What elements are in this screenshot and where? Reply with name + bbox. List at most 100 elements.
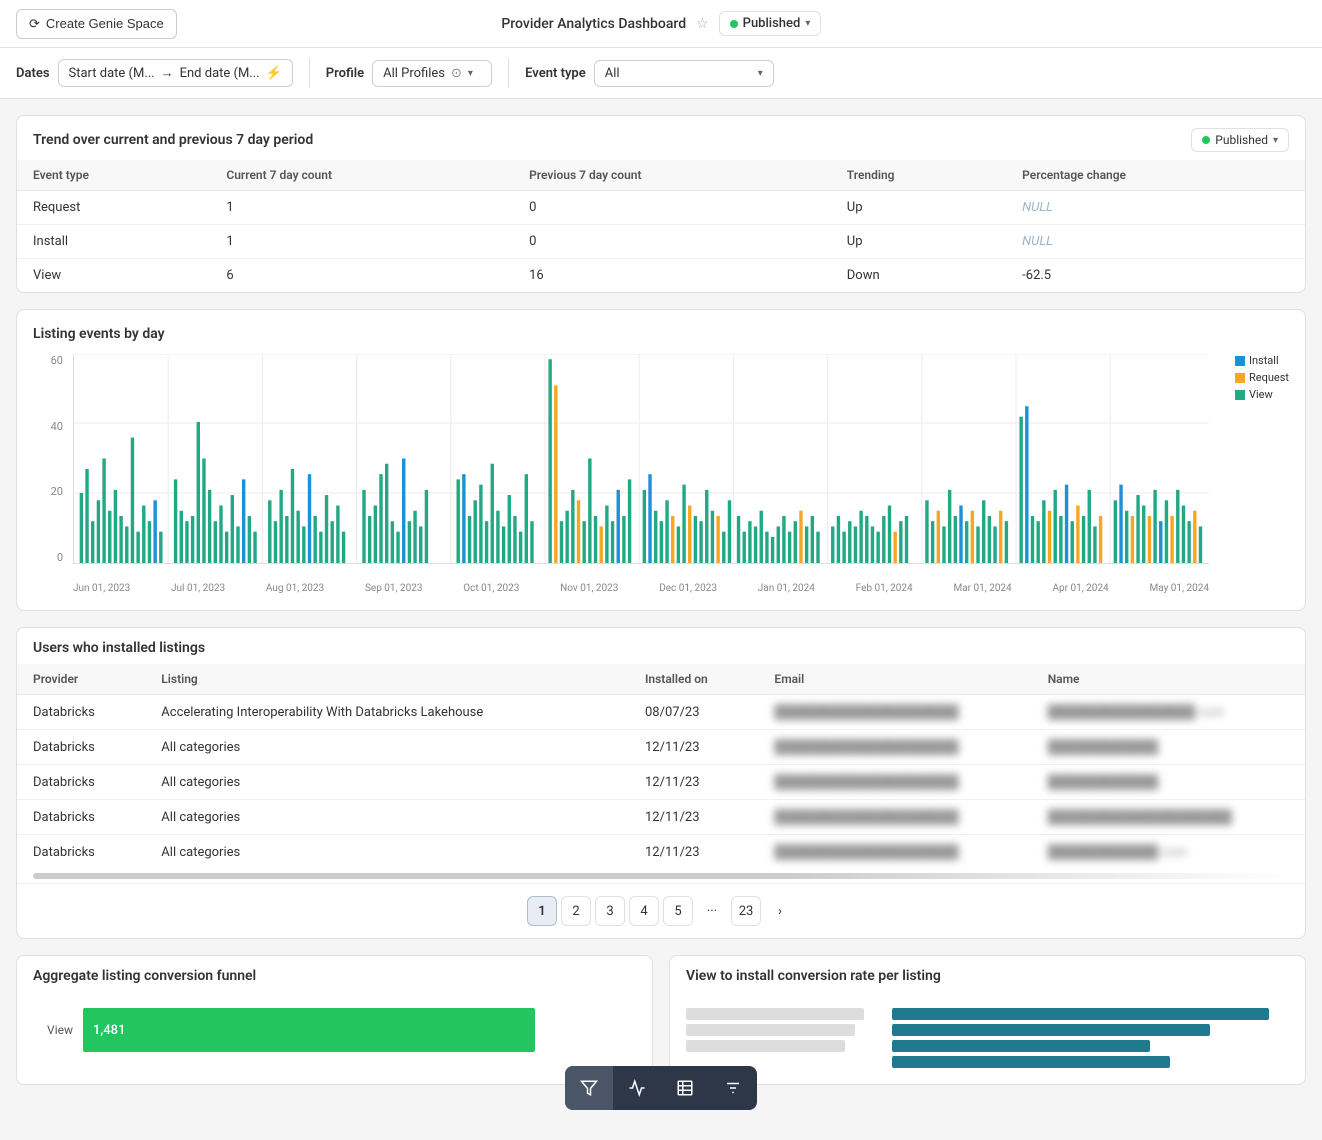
page-2-btn[interactable]: 2 <box>561 896 591 926</box>
y-label-20: 20 <box>51 485 63 498</box>
installed-on-cell: 08/07/23 <box>629 695 758 730</box>
profile-chevron-icon: ▾ <box>468 68 473 79</box>
table-row: Request 1 0 Up NULL <box>17 191 1305 225</box>
y-label-40: 40 <box>51 420 63 433</box>
email-cell: ████████████████████ <box>758 695 1031 730</box>
table-toolbar-btn[interactable] <box>661 1066 709 1110</box>
table-row: Databricks All categories 12/11/23 █████… <box>17 800 1305 835</box>
previous-count-cell: 16 <box>513 259 831 293</box>
legend-view-color <box>1235 390 1245 400</box>
profile-label: Profile <box>326 66 364 81</box>
previous-count-cell: 0 <box>513 225 831 259</box>
filter-alt-toolbar-btn[interactable] <box>709 1066 757 1110</box>
installed-on-cell: 12/11/23 <box>629 800 758 835</box>
create-genie-btn[interactable]: ⟳ Create Genie Space <box>16 9 177 39</box>
chart-legend: Install Request View <box>1235 354 1289 401</box>
legend-install-label: Install <box>1249 354 1279 367</box>
users-table: Provider Listing Installed on Email Name… <box>17 664 1305 869</box>
table-row: Install 1 0 Up NULL <box>17 225 1305 259</box>
current-count-cell: 1 <box>210 225 513 259</box>
page-23-btn[interactable]: 23 <box>731 896 761 926</box>
page-4-btn[interactable]: 4 <box>629 896 659 926</box>
pagination: 1 2 3 4 5 ··· 23 › <box>17 883 1305 938</box>
scroll-hint <box>33 873 1289 879</box>
lightning-icon: ⚡ <box>266 66 282 81</box>
listing-cell: All categories <box>145 730 629 765</box>
installed-on-cell: 12/11/23 <box>629 730 758 765</box>
page-1-btn[interactable]: 1 <box>527 896 557 926</box>
col-previous-count: Previous 7 day count <box>513 160 831 191</box>
conversion-header: View to install conversion rate per list… <box>670 956 1305 992</box>
event-type-cell: Install <box>17 225 210 259</box>
page-5-btn[interactable]: 5 <box>663 896 693 926</box>
conversion-title: View to install conversion rate per list… <box>686 968 941 984</box>
trend-published-label: Published <box>1215 133 1268 147</box>
y-label-60: 60 <box>51 354 63 367</box>
trend-table-header: Event type Current 7 day count Previous … <box>17 160 1305 191</box>
dates-filter: Dates Start date (M... → End date (M... … <box>16 59 293 87</box>
name-cell: ████████████████ com <box>1032 695 1305 730</box>
funnel-view-bar: 1,481 <box>83 1008 535 1052</box>
filter-toolbar-btn[interactable] <box>565 1066 613 1110</box>
funnel-view-label: View <box>33 1023 73 1037</box>
event-type-cell: Request <box>17 191 210 225</box>
date-range-picker[interactable]: Start date (M... → End date (M... ⚡ <box>58 59 293 87</box>
page-ellipsis: ··· <box>697 896 727 926</box>
chart-x-labels: Jun 01, 2023 Jul 01, 2023 Aug 01, 2023 S… <box>73 583 1209 594</box>
chart-title: Listing events by day <box>33 326 1289 342</box>
col-event-type: Event type <box>17 160 210 191</box>
profile-filter: Profile All Profiles ⊙ ▾ <box>326 60 492 87</box>
listing-cell: All categories <box>145 800 629 835</box>
trend-card-header: Trend over current and previous 7 day pe… <box>17 116 1305 160</box>
page-3-btn[interactable]: 3 <box>595 896 625 926</box>
chart-inner <box>73 354 1209 564</box>
users-table-wrap: Provider Listing Installed on Email Name… <box>17 664 1305 869</box>
y-label-0: 0 <box>57 551 63 564</box>
legend-request-color <box>1235 373 1245 383</box>
table-row: Databricks Accelerating Interoperability… <box>17 695 1305 730</box>
settings-icon: ⊙ <box>451 66 462 81</box>
filter-alt-icon <box>724 1079 742 1097</box>
arrow-icon: → <box>161 65 174 81</box>
listing-cell: All categories <box>145 765 629 800</box>
chart-toolbar-btn[interactable] <box>613 1066 661 1110</box>
end-date: End date (M... <box>180 66 260 81</box>
funnel-view-row: View 1,481 <box>33 1008 636 1052</box>
chevron-down-icon: ▾ <box>805 18 810 29</box>
event-type-select[interactable]: All ▾ <box>594 60 774 87</box>
filter-icon <box>580 1079 598 1097</box>
users-table-header: Provider Listing Installed on Email Name <box>17 664 1305 695</box>
published-badge[interactable]: Published ▾ <box>719 11 822 36</box>
page-next-btn[interactable]: › <box>765 896 795 926</box>
legend-view: View <box>1235 388 1289 401</box>
trend-published-badge[interactable]: Published ▾ <box>1191 128 1289 152</box>
genie-icon: ⟳ <box>29 16 40 32</box>
col-provider: Provider <box>17 664 145 695</box>
conv-bar-3 <box>892 1040 1150 1052</box>
table-icon <box>676 1079 694 1097</box>
legend-view-label: View <box>1249 388 1273 401</box>
chart-card: Listing events by day 60 40 20 0 <box>16 309 1306 611</box>
users-card-header: Users who installed listings <box>17 628 1305 664</box>
conv-row-2 <box>686 1024 855 1036</box>
star-icon[interactable]: ☆ <box>696 16 709 32</box>
table-row: Databricks All categories 12/11/23 █████… <box>17 730 1305 765</box>
current-count-cell: 1 <box>210 191 513 225</box>
name-cell: ████████████ <box>1032 765 1305 800</box>
funnel-header: Aggregate listing conversion funnel <box>17 956 652 992</box>
main-content: Trend over current and previous 7 day pe… <box>0 99 1322 1101</box>
legend-request-label: Request <box>1249 371 1289 384</box>
email-cell: ████████████████████ <box>758 800 1031 835</box>
trending-cell: Down <box>831 259 1006 293</box>
published-label: Published <box>743 16 801 31</box>
x-label-sep: Sep 01, 2023 <box>365 583 423 594</box>
trending-cell: Up <box>831 191 1006 225</box>
status-dot <box>730 20 738 28</box>
provider-cell: Databricks <box>17 730 145 765</box>
current-count-cell: 6 <box>210 259 513 293</box>
x-label-aug: Aug 01, 2023 <box>266 583 324 594</box>
x-label-nov: Nov 01, 2023 <box>560 583 618 594</box>
trend-card: Trend over current and previous 7 day pe… <box>16 115 1306 293</box>
profile-select[interactable]: All Profiles ⊙ ▾ <box>372 60 492 87</box>
trending-cell: Up <box>831 225 1006 259</box>
